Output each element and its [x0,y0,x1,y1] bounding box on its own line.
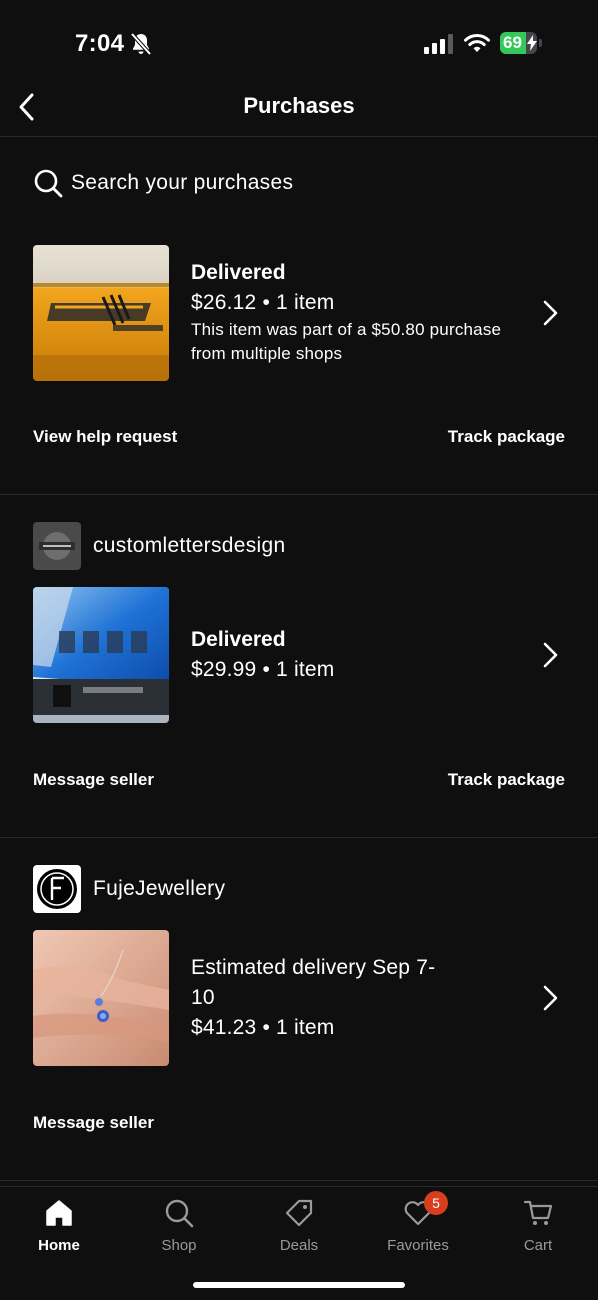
shop-avatar [33,522,81,570]
tag-icon [285,1199,313,1227]
purchase-note: This item was part of a $50.80 purchase … [191,320,502,363]
nav-label: Cart [523,1237,553,1254]
battery-level: 69 [503,33,522,52]
search-bar[interactable] [33,166,573,200]
track-package-button[interactable]: Track package [448,770,565,790]
product-thumbnail[interactable] [33,587,169,723]
status-bar: 7:04 69 [0,0,598,88]
bolt-icon [527,35,537,51]
fuje-jewellery-logo [33,865,81,913]
search-icon [34,169,63,198]
nav-label: Deals [279,1237,319,1254]
message-seller-button[interactable]: Message seller [33,770,154,790]
nav-label: Favorites [387,1237,449,1254]
search-input[interactable] [71,171,551,195]
status-time: 7:04 [75,30,125,57]
bell-slash-icon [130,32,152,56]
nav-shop[interactable]: Shop [129,1197,229,1259]
chevron-right-icon[interactable] [536,299,564,327]
track-package-button[interactable]: Track package [448,427,565,447]
header: Purchases [0,88,598,136]
purchase-info[interactable]: Delivered $26.12 • 1 item This item was … [191,258,511,366]
wifi-icon [464,33,490,52]
delivery-status: Estimated delivery Sep 7-10 [191,956,436,1009]
tailgate-letters-image [33,587,169,723]
nav-label: Home [38,1237,80,1254]
battery-charging-icon: 69 [500,32,542,54]
nav-label: Shop [161,1237,197,1254]
chevron-right-icon[interactable] [536,984,564,1012]
nav-favorites[interactable]: 5 Favorites [368,1191,468,1259]
purchases-screen: 7:04 69 Purchases Search your purchases … [0,0,598,1300]
shop-name: FujeJewellery [93,877,226,900]
shop-row[interactable]: customlettersdesign [33,522,285,570]
page-title: Purchases [243,93,355,118]
favorites-badge: 5 [424,1191,448,1215]
nav-cart[interactable]: Cart [488,1197,588,1259]
home-icon [46,1200,72,1226]
delivery-status: Delivered [191,628,286,651]
shop-avatar [33,865,81,913]
nav-home[interactable]: Home [9,1197,109,1259]
shop-row[interactable]: FujeJewellery [33,865,225,913]
card-divider [0,837,598,838]
product-thumbnail[interactable] [33,245,169,381]
card-divider [0,1180,598,1181]
price-line: $29.99 • 1 item [191,658,335,681]
price-line: $41.23 • 1 item [191,1016,335,1039]
delivery-status: Delivered [191,261,286,284]
shop-name: customlettersdesign [93,534,286,557]
product-thumbnail[interactable] [33,930,169,1066]
cellular-signal-icon [424,34,453,54]
custom-emblem-logo [33,522,81,570]
necklace-image [33,930,169,1066]
ranger-decal-image [33,245,169,381]
purchase-info[interactable]: Delivered $29.99 • 1 item [191,625,511,685]
message-seller-button[interactable]: Message seller [33,1113,154,1133]
purchase-info[interactable]: Estimated delivery Sep 7-10 $41.23 • 1 i… [191,953,511,1043]
chevron-right-icon[interactable] [536,641,564,669]
price-line: $26.12 • 1 item [191,291,335,314]
view-help-request-button[interactable]: View help request [33,427,177,447]
search-icon [165,1199,194,1228]
home-indicator [193,1282,405,1288]
cart-icon [523,1200,553,1225]
nav-deals[interactable]: Deals [249,1197,349,1259]
card-divider [0,494,598,495]
header-divider [0,136,598,137]
